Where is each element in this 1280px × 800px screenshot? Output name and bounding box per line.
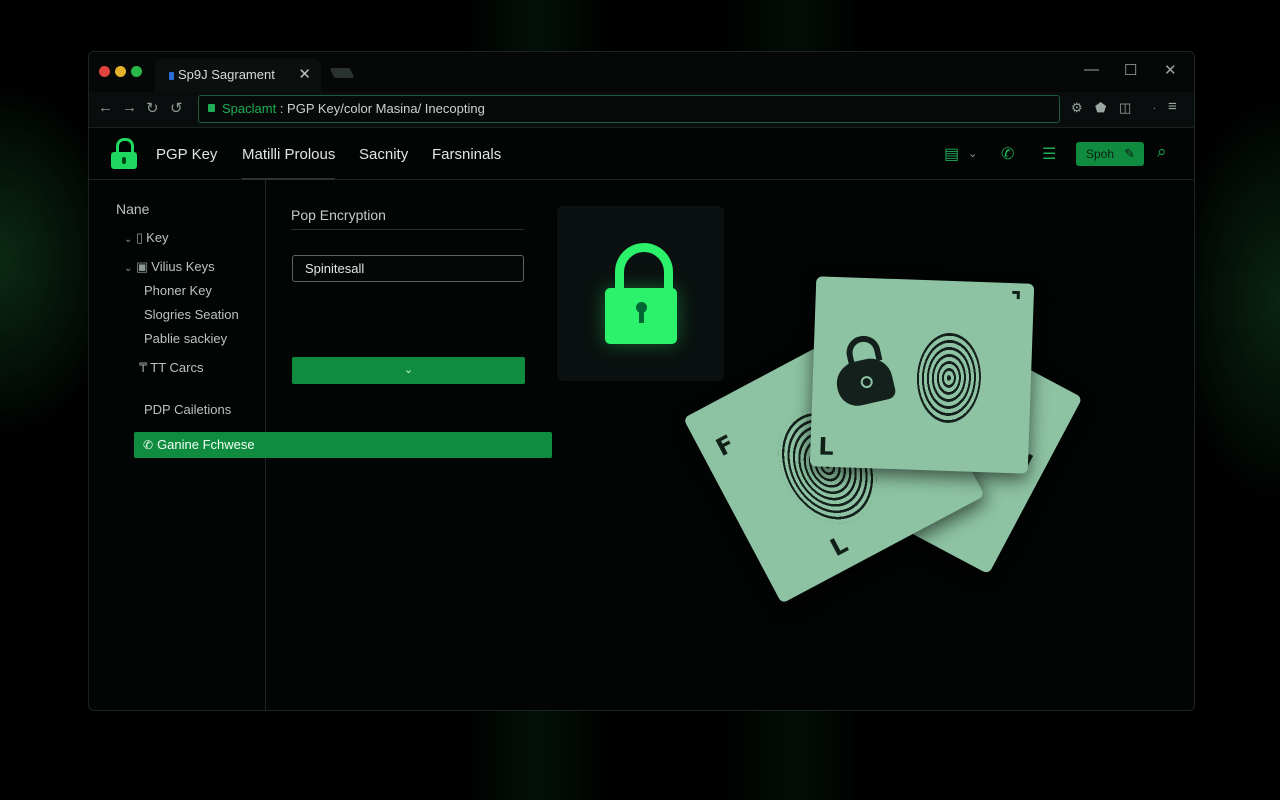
app-lock-icon <box>111 138 137 169</box>
document-icon: ▯ <box>136 230 144 245</box>
sidebar-item-vilius-keys[interactable]: ⌄ ▣ Vilius Keys <box>124 259 215 275</box>
tab-close-icon[interactable]: ✕ <box>298 65 311 83</box>
encryption-input[interactable]: Spinitesall <box>292 255 524 282</box>
sidebar-item-ganine-fchwese[interactable]: ✆ Ganine Fchwese <box>134 432 552 458</box>
list-icon[interactable]: ☰ <box>1042 144 1056 164</box>
form-title: Pop Encryption <box>291 207 386 223</box>
sidebar-item-tt-carcs[interactable]: ₸ TT Carcs <box>139 360 204 376</box>
close-icon[interactable]: ✕ <box>1164 61 1177 79</box>
tab-title: Sp9J Sagrament <box>178 67 275 82</box>
sidebar-heading: Nane <box>116 201 150 217</box>
favicon-icon <box>169 72 174 80</box>
extension-puzzle-icon[interactable]: ⬟ <box>1095 100 1106 116</box>
fingerprint-cards-illustration: J F L ⌝ L <box>683 252 1149 612</box>
fingerprint-icon <box>915 331 983 425</box>
sidebar-item-slogries-seation[interactable]: Slogries Seation <box>144 307 239 322</box>
sidebar-item-phoner-key[interactable]: Phoner Key <box>144 283 212 298</box>
menu-icon[interactable]: ≡ <box>1168 98 1177 115</box>
app-header: PGP Key Matilli Prolous Sacnity Farsnina… <box>89 128 1194 180</box>
sidebar-item-pdp-cailetions[interactable]: PDP Cailetions <box>144 402 231 417</box>
search-icon[interactable]: ⌕ <box>1157 142 1167 162</box>
tab-bar: Sp9J Sagrament ✕ — ☐ ✕ <box>89 52 1194 92</box>
padlock-icon <box>615 243 673 294</box>
chevron-icon: ⌄ <box>124 263 133 274</box>
clipboard-icon[interactable]: ▤ <box>944 144 959 164</box>
close-dot[interactable] <box>99 66 110 77</box>
minimize-icon[interactable]: — <box>1084 61 1099 78</box>
divider <box>291 229 524 230</box>
chevron-down-icon: ⌄ <box>403 364 414 376</box>
card-icon: ₸ <box>139 360 148 375</box>
maximize-icon[interactable]: ☐ <box>1124 61 1137 79</box>
extension-gear-icon[interactable]: ⚙ <box>1071 100 1083 116</box>
nav-link-1[interactable]: Matilli Prolous <box>242 146 336 180</box>
address-bar[interactable]: Spaclamt : PGP Key/​color Masina/ Inecop… <box>198 95 1060 123</box>
search-button[interactable]: Spoh ✎ <box>1076 142 1144 166</box>
nav-link-3[interactable]: Farsninals <box>432 146 501 163</box>
pencil-icon: ✎ <box>1124 146 1135 161</box>
sidebar-item-pablie-sackiey[interactable]: Pablie sackiey <box>144 331 227 346</box>
new-tab-button[interactable] <box>329 68 355 78</box>
tab-active[interactable]: Sp9J Sagrament ✕ <box>155 59 321 92</box>
nav-link-2[interactable]: Sacnity <box>359 146 408 163</box>
card-front: ⌝ L <box>809 276 1035 474</box>
selected-item-label: Ganine Fchwese <box>157 437 255 452</box>
separator-dot: · <box>1153 103 1157 114</box>
search-button-label: Spoh <box>1086 147 1115 161</box>
phone-icon[interactable]: ✆ <box>1001 144 1014 164</box>
reload-icon[interactable]: ↻ <box>146 99 159 117</box>
extension-panel-icon[interactable]: ◫ <box>1119 100 1131 116</box>
sidebar-item-key[interactable]: ⌄ ▯ Key <box>124 230 169 246</box>
back-icon[interactable]: ← <box>98 99 113 116</box>
secure-lock-icon <box>208 104 215 112</box>
browser-window: Sp9J Sagrament ✕ — ☐ ✕ ← → ↻ ↺ Spaclamt … <box>88 51 1195 711</box>
navigation-bar: ← → ↻ ↺ Spaclamt : PGP Key/​color Masina… <box>89 92 1194 128</box>
chevron-down-icon[interactable]: ⌄ <box>968 147 977 160</box>
forward-icon[interactable]: → <box>122 99 137 116</box>
app-name[interactable]: PGP Key <box>156 146 217 163</box>
url-text: Spaclamt : PGP Key/​color Masina/ Inecop… <box>222 101 485 116</box>
minimize-dot[interactable] <box>115 66 126 77</box>
padlock-icon <box>832 332 897 410</box>
dropdown-button[interactable]: ⌄ <box>292 357 525 384</box>
folder-icon: ▣ <box>136 259 149 274</box>
refresh-alt-icon[interactable]: ↺ <box>170 99 183 117</box>
chevron-icon: ⌄ <box>124 234 133 245</box>
phone-icon: ✆ <box>143 438 154 452</box>
zoom-dot[interactable] <box>131 66 142 77</box>
